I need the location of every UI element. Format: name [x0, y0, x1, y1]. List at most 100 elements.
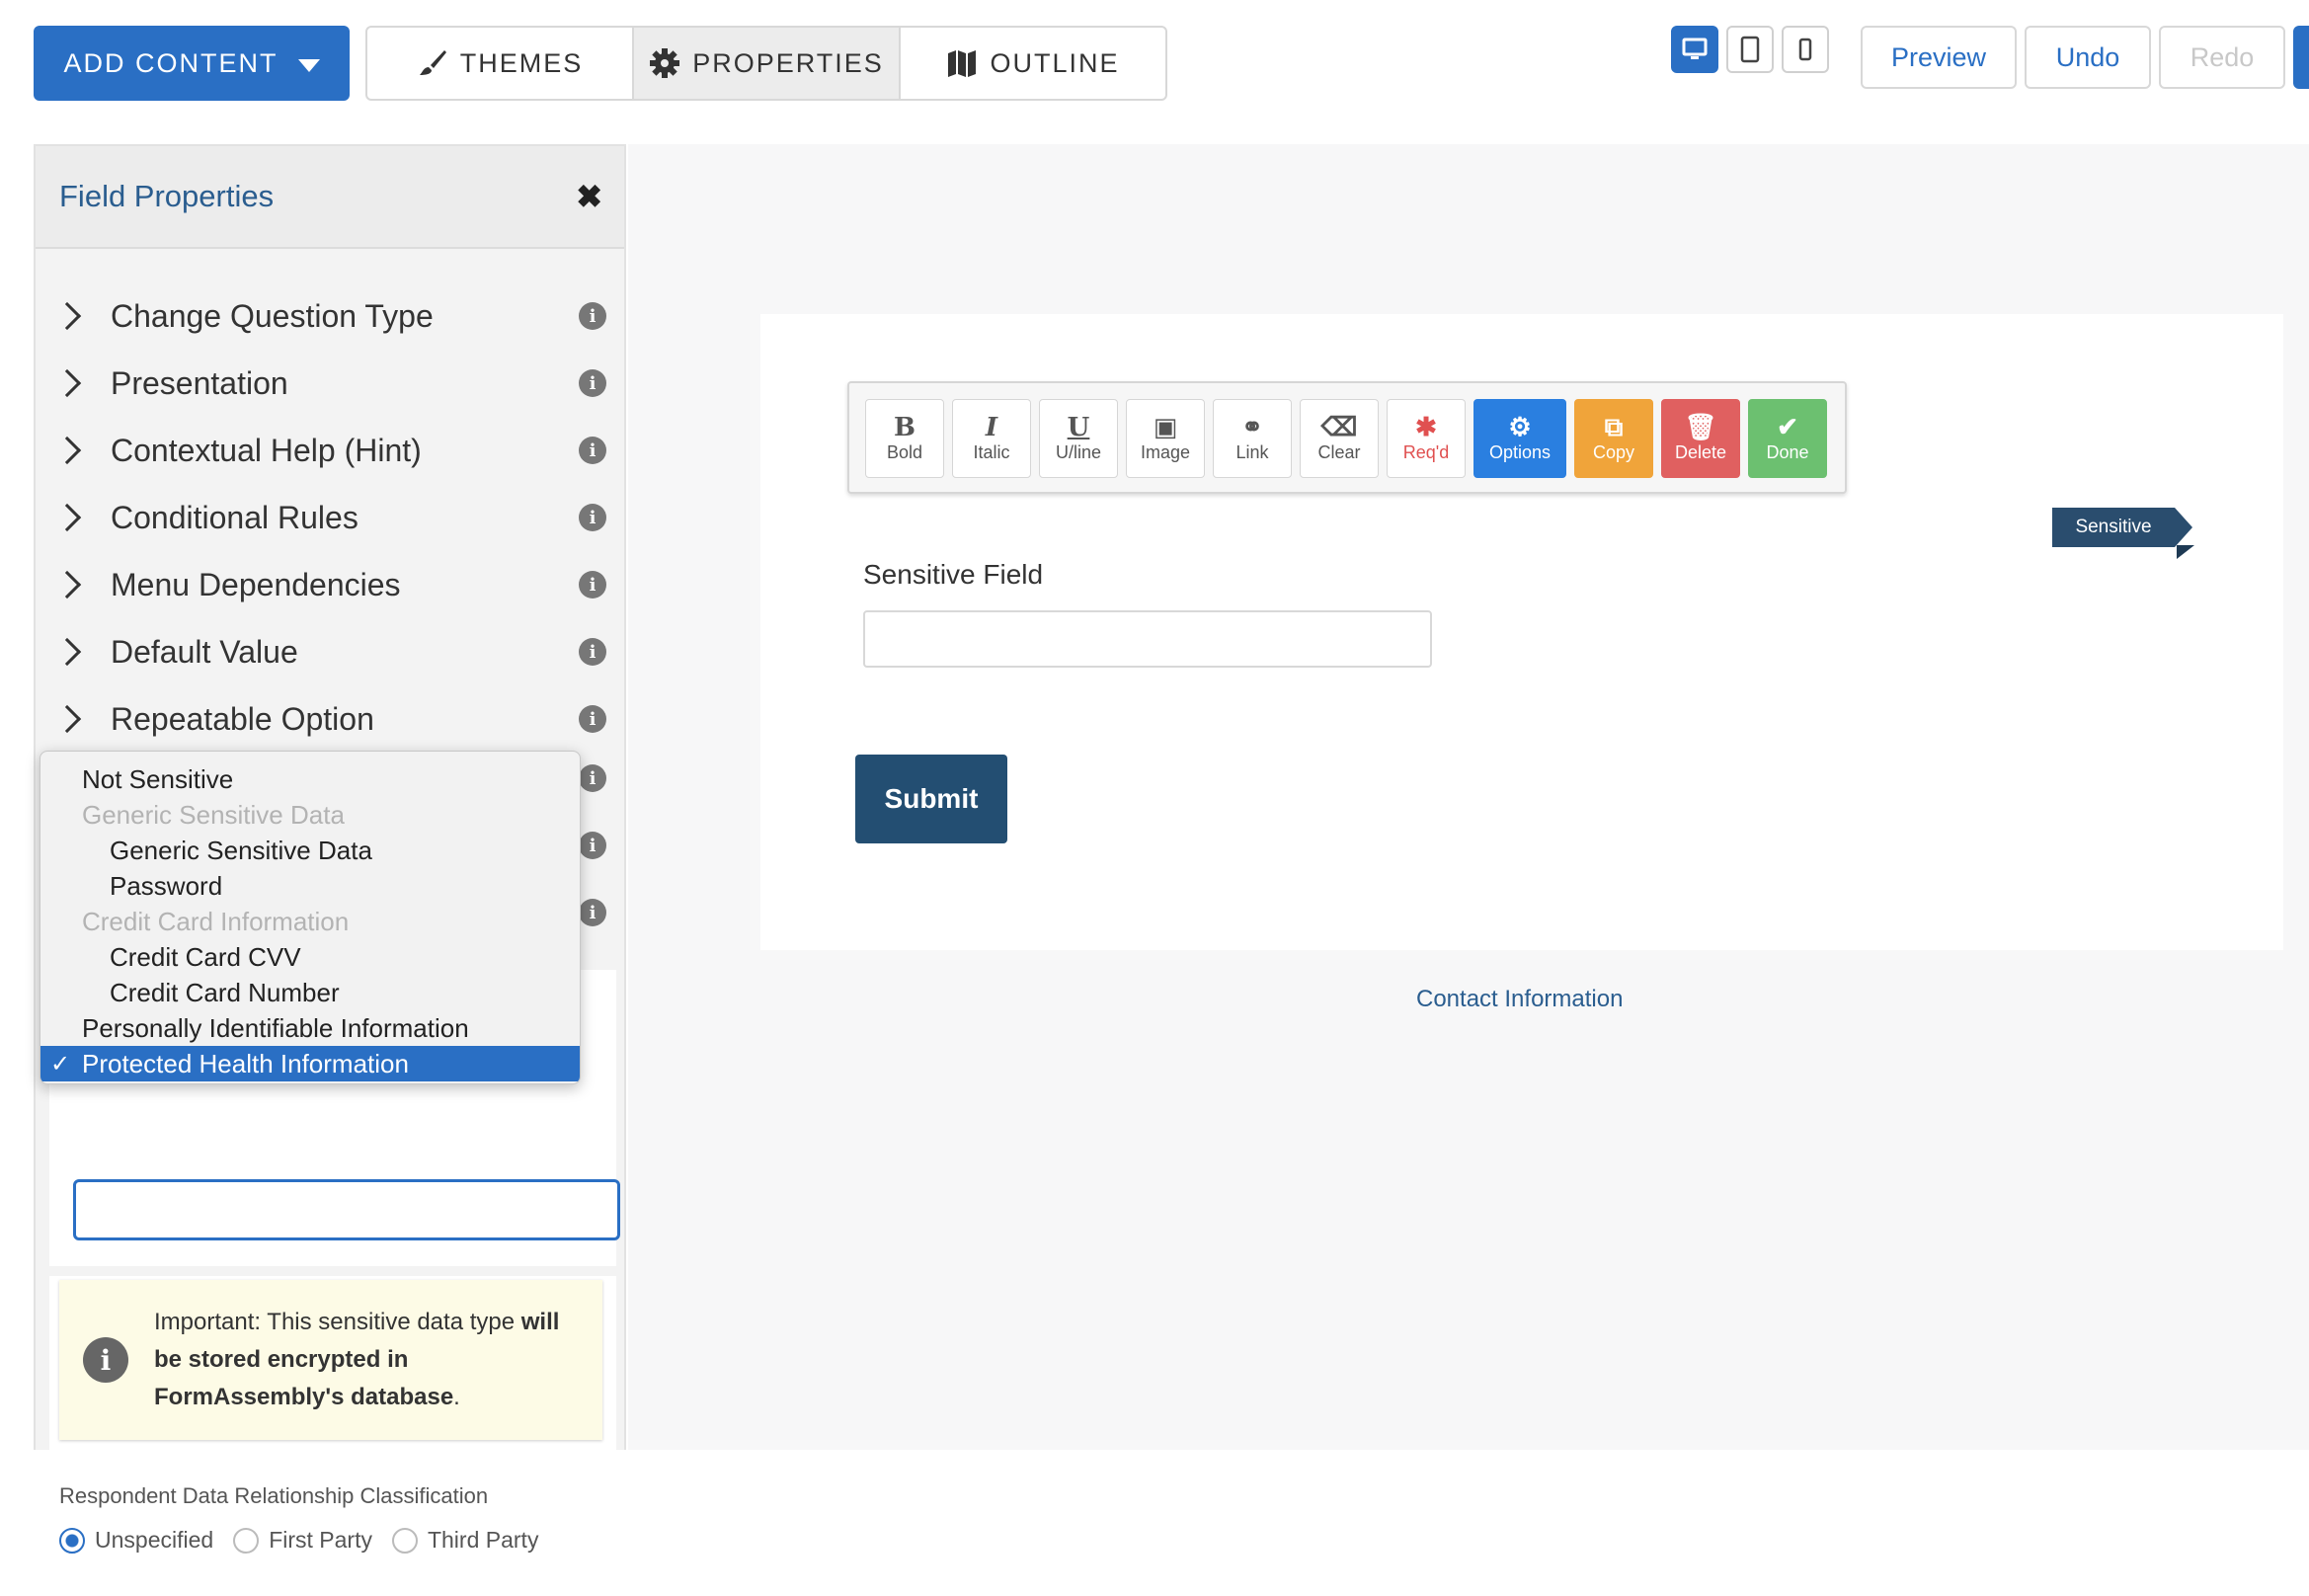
options-button[interactable]: ⚙ Options [1473, 399, 1566, 478]
dropdown-option[interactable]: Credit Card CVV [40, 939, 580, 975]
link-icon: ⚭ [1241, 412, 1263, 442]
notice-text-end: . [453, 1384, 460, 1410]
underline-label: U/line [1055, 441, 1102, 462]
italic-icon: I [985, 412, 998, 442]
radio-label: First Party [269, 1527, 372, 1553]
link-button[interactable]: ⚭ Link [1213, 399, 1292, 478]
dropdown-option[interactable]: Not Sensitive [40, 761, 580, 797]
add-content-button[interactable]: ADD CONTENT [34, 26, 350, 101]
caret-down-icon [297, 58, 320, 72]
radio-third-party[interactable]: Third Party [391, 1527, 539, 1554]
info-icon[interactable]: i [579, 638, 606, 666]
chevron-right-icon [52, 503, 82, 532]
sidebar-item-repeatable-option[interactable]: Repeatable Option i [36, 685, 624, 753]
info-icon[interactable]: i [579, 705, 606, 733]
tab-properties[interactable]: PROPERTIES [634, 28, 901, 99]
sensitive-field-input[interactable] [863, 610, 1432, 668]
submit-button[interactable]: Submit [855, 755, 1007, 843]
radio-dot[interactable] [391, 1527, 418, 1554]
image-button[interactable]: ▣ Image [1126, 399, 1205, 478]
asterisk-icon: ✱ [1415, 412, 1437, 442]
dropdown-group-label: Generic Sensitive Data [82, 799, 345, 830]
italic-button[interactable]: I Italic [952, 399, 1031, 478]
sidebar-item-conditional-rules[interactable]: Conditional Rules i [36, 484, 624, 551]
clear-button[interactable]: ⌫ Clear [1300, 399, 1379, 478]
sidebar-item-change-question-type[interactable]: Change Question Type i [36, 282, 624, 350]
dropdown-option[interactable]: Credit Card Number [40, 975, 580, 1010]
encryption-notice: i Important: This sensitive data type wi… [59, 1280, 602, 1440]
panel-title: Field Properties [59, 179, 275, 213]
sidebar-item-label: Change Question Type [111, 297, 434, 334]
sidebar-item-menu-dependencies[interactable]: Menu Dependencies i [36, 551, 624, 618]
delete-button[interactable]: 🗑 Delete [1661, 399, 1740, 478]
checkmark-icon: ✓ [50, 1050, 71, 1077]
sensitivity-select[interactable] [73, 1179, 620, 1240]
required-button[interactable]: ✱ Req'd [1387, 399, 1466, 478]
done-button[interactable]: ✔ Done [1748, 399, 1827, 478]
mobile-view-button[interactable] [1782, 26, 1829, 73]
radio-dot[interactable] [59, 1527, 85, 1554]
sensitivity-dropdown[interactable]: Not Sensitive Generic Sensitive Data Gen… [40, 751, 581, 1084]
info-icon[interactable]: i [579, 369, 606, 397]
chevron-right-icon [52, 570, 82, 599]
property-list: Change Question Type i Presentation i Cont… [36, 282, 624, 753]
dropdown-option[interactable]: Generic Sensitive Data [40, 833, 580, 868]
tab-themes-label: THEMES [459, 47, 584, 78]
sidebar-item-default-value[interactable]: Default Value i [36, 618, 624, 685]
info-icon[interactable]: i [579, 571, 606, 598]
desktop-view-button[interactable] [1671, 26, 1718, 73]
redo-button[interactable]: Redo [2159, 26, 2285, 89]
sidebar-item-label: Conditional Rules [111, 499, 358, 535]
delete-label: Delete [1674, 441, 1727, 462]
dropdown-group-label: Credit Card Information [82, 906, 350, 936]
chevron-right-icon [52, 368, 82, 398]
copy-button[interactable]: ⧉ Copy [1574, 399, 1653, 478]
radio-first-party[interactable]: First Party [233, 1527, 372, 1554]
link-label: Link [1235, 441, 1269, 462]
dropdown-option[interactable]: Personally Identifiable Information [40, 1010, 580, 1046]
dropdown-option[interactable]: Password [40, 868, 580, 904]
clear-label: Clear [1317, 441, 1361, 462]
sidebar-item-contextual-help[interactable]: Contextual Help (Hint) i [36, 417, 624, 484]
underline-button[interactable]: U U/line [1039, 399, 1118, 478]
classification-section: Respondent Data Relationship Classificat… [49, 1456, 616, 1596]
tab-themes[interactable]: THEMES [367, 28, 634, 99]
sidebar-item-presentation[interactable]: Presentation i [36, 350, 624, 417]
radio-label: Third Party [427, 1527, 539, 1553]
radio-unspecified[interactable]: Unspecified [59, 1527, 213, 1554]
sidebar-item-label: Contextual Help (Hint) [111, 432, 422, 468]
trash-icon: 🗑 [1684, 412, 1717, 442]
publish-button[interactable] [2293, 26, 2309, 89]
badge-fold [2177, 545, 2194, 559]
mobile-icon [1798, 38, 1812, 61]
undo-button[interactable]: Undo [2025, 26, 2151, 89]
info-icon[interactable]: i [579, 764, 606, 792]
info-icon[interactable]: i [579, 302, 606, 330]
tablet-view-button[interactable] [1726, 26, 1774, 73]
close-icon[interactable]: ✖ [576, 178, 602, 215]
done-label: Done [1766, 441, 1809, 462]
radio-label: Unspecified [95, 1527, 214, 1553]
dropdown-option-selected[interactable]: ✓ Protected Health Information [40, 1046, 580, 1081]
classification-title: Respondent Data Relationship Classificat… [59, 1483, 489, 1508]
tablet-icon [1740, 36, 1760, 63]
sidebar-item-label: Repeatable Option [111, 700, 374, 737]
dropdown-option-label: Protected Health Information [82, 1048, 409, 1078]
underline-icon: U [1067, 412, 1090, 442]
desktop-icon [1682, 38, 1708, 59]
tab-outline-label: OUTLINE [990, 47, 1120, 78]
notice-section: i Important: This sensitive data type wi… [49, 1276, 616, 1464]
tab-properties-label: PROPERTIES [692, 47, 884, 78]
preview-button[interactable]: Preview [1861, 26, 2017, 89]
bold-button[interactable]: B Bold [865, 399, 944, 478]
copy-label: Copy [1592, 441, 1635, 462]
radio-dot[interactable] [233, 1527, 260, 1554]
add-content-label: ADD CONTENT [63, 47, 279, 78]
gear-icon: ⚙ [1508, 412, 1532, 442]
info-icon[interactable]: i [579, 832, 606, 859]
contact-information-link[interactable]: Contact Information [1416, 986, 1623, 1013]
tab-outline[interactable]: OUTLINE [901, 28, 1165, 99]
info-icon[interactable]: i [579, 437, 606, 464]
info-icon[interactable]: i [579, 899, 606, 926]
info-icon[interactable]: i [579, 504, 606, 531]
